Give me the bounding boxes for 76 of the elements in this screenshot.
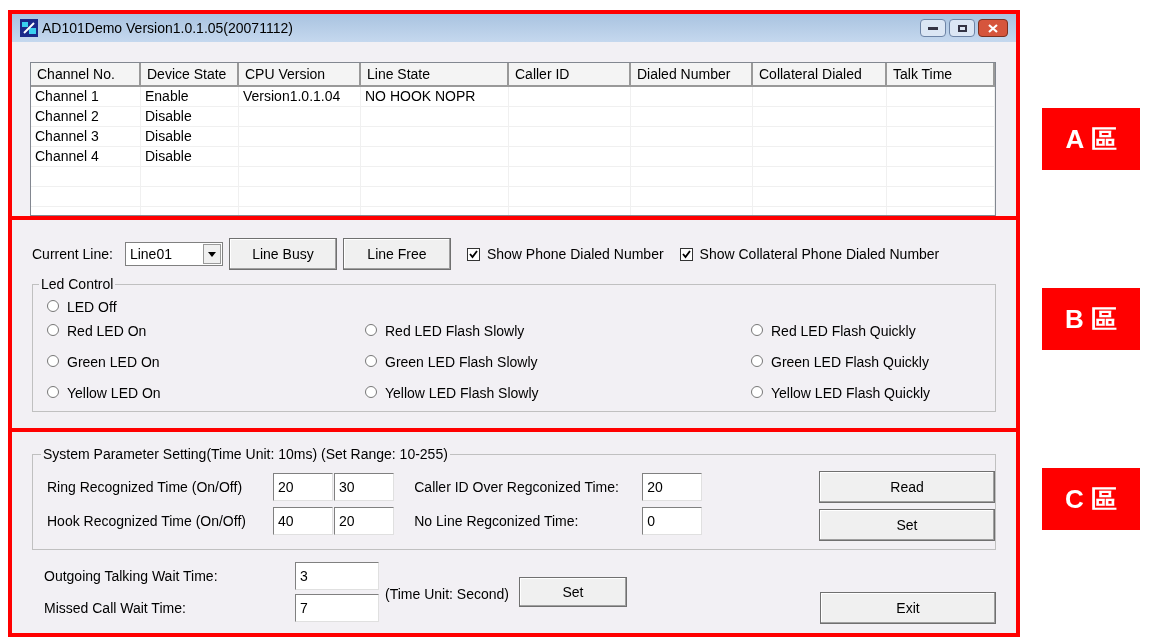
- field-label: Missed Call Wait Time:: [44, 599, 187, 618]
- radio-button[interactable]: [751, 355, 763, 367]
- radio-button[interactable]: [47, 386, 59, 398]
- field-label: Hook Recognized Time (On/Off): [47, 511, 247, 531]
- radio-label: Green LED Flash Quickly: [771, 353, 929, 372]
- radio-button[interactable]: [365, 324, 377, 336]
- radio-label: Red LED On: [67, 322, 147, 341]
- table-cell: Disable: [145, 148, 192, 164]
- input-field[interactable]: 3: [295, 562, 379, 590]
- table-cell: Enable: [145, 88, 189, 104]
- line-dropdown[interactable]: Line01: [124, 242, 223, 266]
- button[interactable]: Exit: [820, 592, 996, 624]
- field-label: Ring Recognized Time (On/Off): [47, 477, 244, 497]
- radio-button[interactable]: [751, 324, 763, 336]
- radio-label: Yellow LED Flash Slowly: [385, 384, 539, 403]
- input-field[interactable]: 20: [334, 507, 394, 535]
- region-label: C 區: [1042, 468, 1140, 530]
- radio-label: Red LED Flash Quickly: [771, 322, 916, 341]
- region-label: B 區: [1042, 288, 1140, 350]
- radio-label: LED Off: [67, 298, 117, 317]
- close-icon: [988, 23, 998, 33]
- checkbox-label: Show Collateral Phone Dialed Number: [699, 244, 940, 264]
- column-header[interactable]: Dialed Number: [631, 63, 753, 87]
- table-cell: Channel 1: [35, 88, 99, 104]
- maximize-button[interactable]: [949, 19, 975, 37]
- group-title: System Parameter Setting(Time Unit: 10ms) (Set Range: 10-255): [41, 445, 450, 463]
- checkbox[interactable]: [466, 247, 480, 261]
- radio-label: Green LED On: [67, 353, 160, 372]
- input-field[interactable]: 20: [273, 473, 333, 501]
- input-field[interactable]: 40: [273, 507, 333, 535]
- close-button[interactable]: [978, 19, 1008, 37]
- app-icon: [20, 19, 38, 37]
- table-cell: Disable: [145, 108, 192, 124]
- radio-button[interactable]: [365, 355, 377, 367]
- input-field[interactable]: 0: [642, 507, 703, 535]
- region-label: A 區: [1042, 108, 1140, 170]
- table-cell: NO HOOK NOPR: [365, 88, 476, 104]
- button[interactable]: Line Busy: [228, 238, 337, 270]
- field-label: No Line Regconized Time:: [414, 511, 580, 531]
- input-field[interactable]: 20: [642, 473, 703, 501]
- radio-button[interactable]: [751, 386, 763, 398]
- column-header[interactable]: Channel No.: [31, 63, 141, 87]
- column-header[interactable]: Device State: [141, 63, 239, 87]
- minimize-button[interactable]: [920, 19, 946, 37]
- column-header[interactable]: Caller ID: [509, 63, 631, 87]
- button[interactable]: Line Free: [342, 238, 451, 270]
- radio-button[interactable]: [47, 355, 59, 367]
- radio-button[interactable]: [47, 324, 59, 336]
- table-cell: Channel 3: [35, 128, 99, 144]
- input-field[interactable]: 30: [334, 473, 394, 501]
- table-cell: Disable: [145, 128, 192, 144]
- table-cell: Channel 2: [35, 108, 99, 124]
- radio-button[interactable]: [365, 386, 377, 398]
- unit-note: (Time Unit: Second): [385, 584, 509, 604]
- radio-label: Green LED Flash Slowly: [385, 353, 538, 372]
- field-label: Outgoing Talking Wait Time:: [44, 567, 219, 586]
- button[interactable]: Set: [819, 509, 995, 541]
- button[interactable]: Read: [819, 471, 995, 503]
- window-title: AD101Demo Version1.0.1.05(20071112): [42, 18, 293, 38]
- radio-button[interactable]: [47, 300, 59, 312]
- column-header[interactable]: Talk Time: [887, 63, 995, 87]
- input-field[interactable]: 7: [295, 594, 379, 622]
- field-label: Caller ID Over Regconized Time:: [414, 477, 620, 497]
- radio-label: Red LED Flash Slowly: [385, 322, 525, 341]
- radio-label: Yellow LED On: [67, 384, 161, 403]
- button[interactable]: Set: [518, 577, 627, 607]
- column-header[interactable]: Line State: [361, 63, 509, 87]
- checkbox-label: Show Phone Dialed Number: [486, 244, 664, 264]
- table-cell: Channel 4: [35, 148, 99, 164]
- column-header[interactable]: Collateral Dialed: [753, 63, 887, 87]
- radio-label: Yellow LED Flash Quickly: [771, 384, 930, 403]
- caret-icon: [207, 251, 216, 257]
- checkbox[interactable]: [679, 247, 693, 261]
- column-header[interactable]: CPU Version: [239, 63, 361, 87]
- table-cell: Version1.0.1.04: [243, 88, 341, 104]
- current-line-label: Current Line:: [32, 244, 113, 264]
